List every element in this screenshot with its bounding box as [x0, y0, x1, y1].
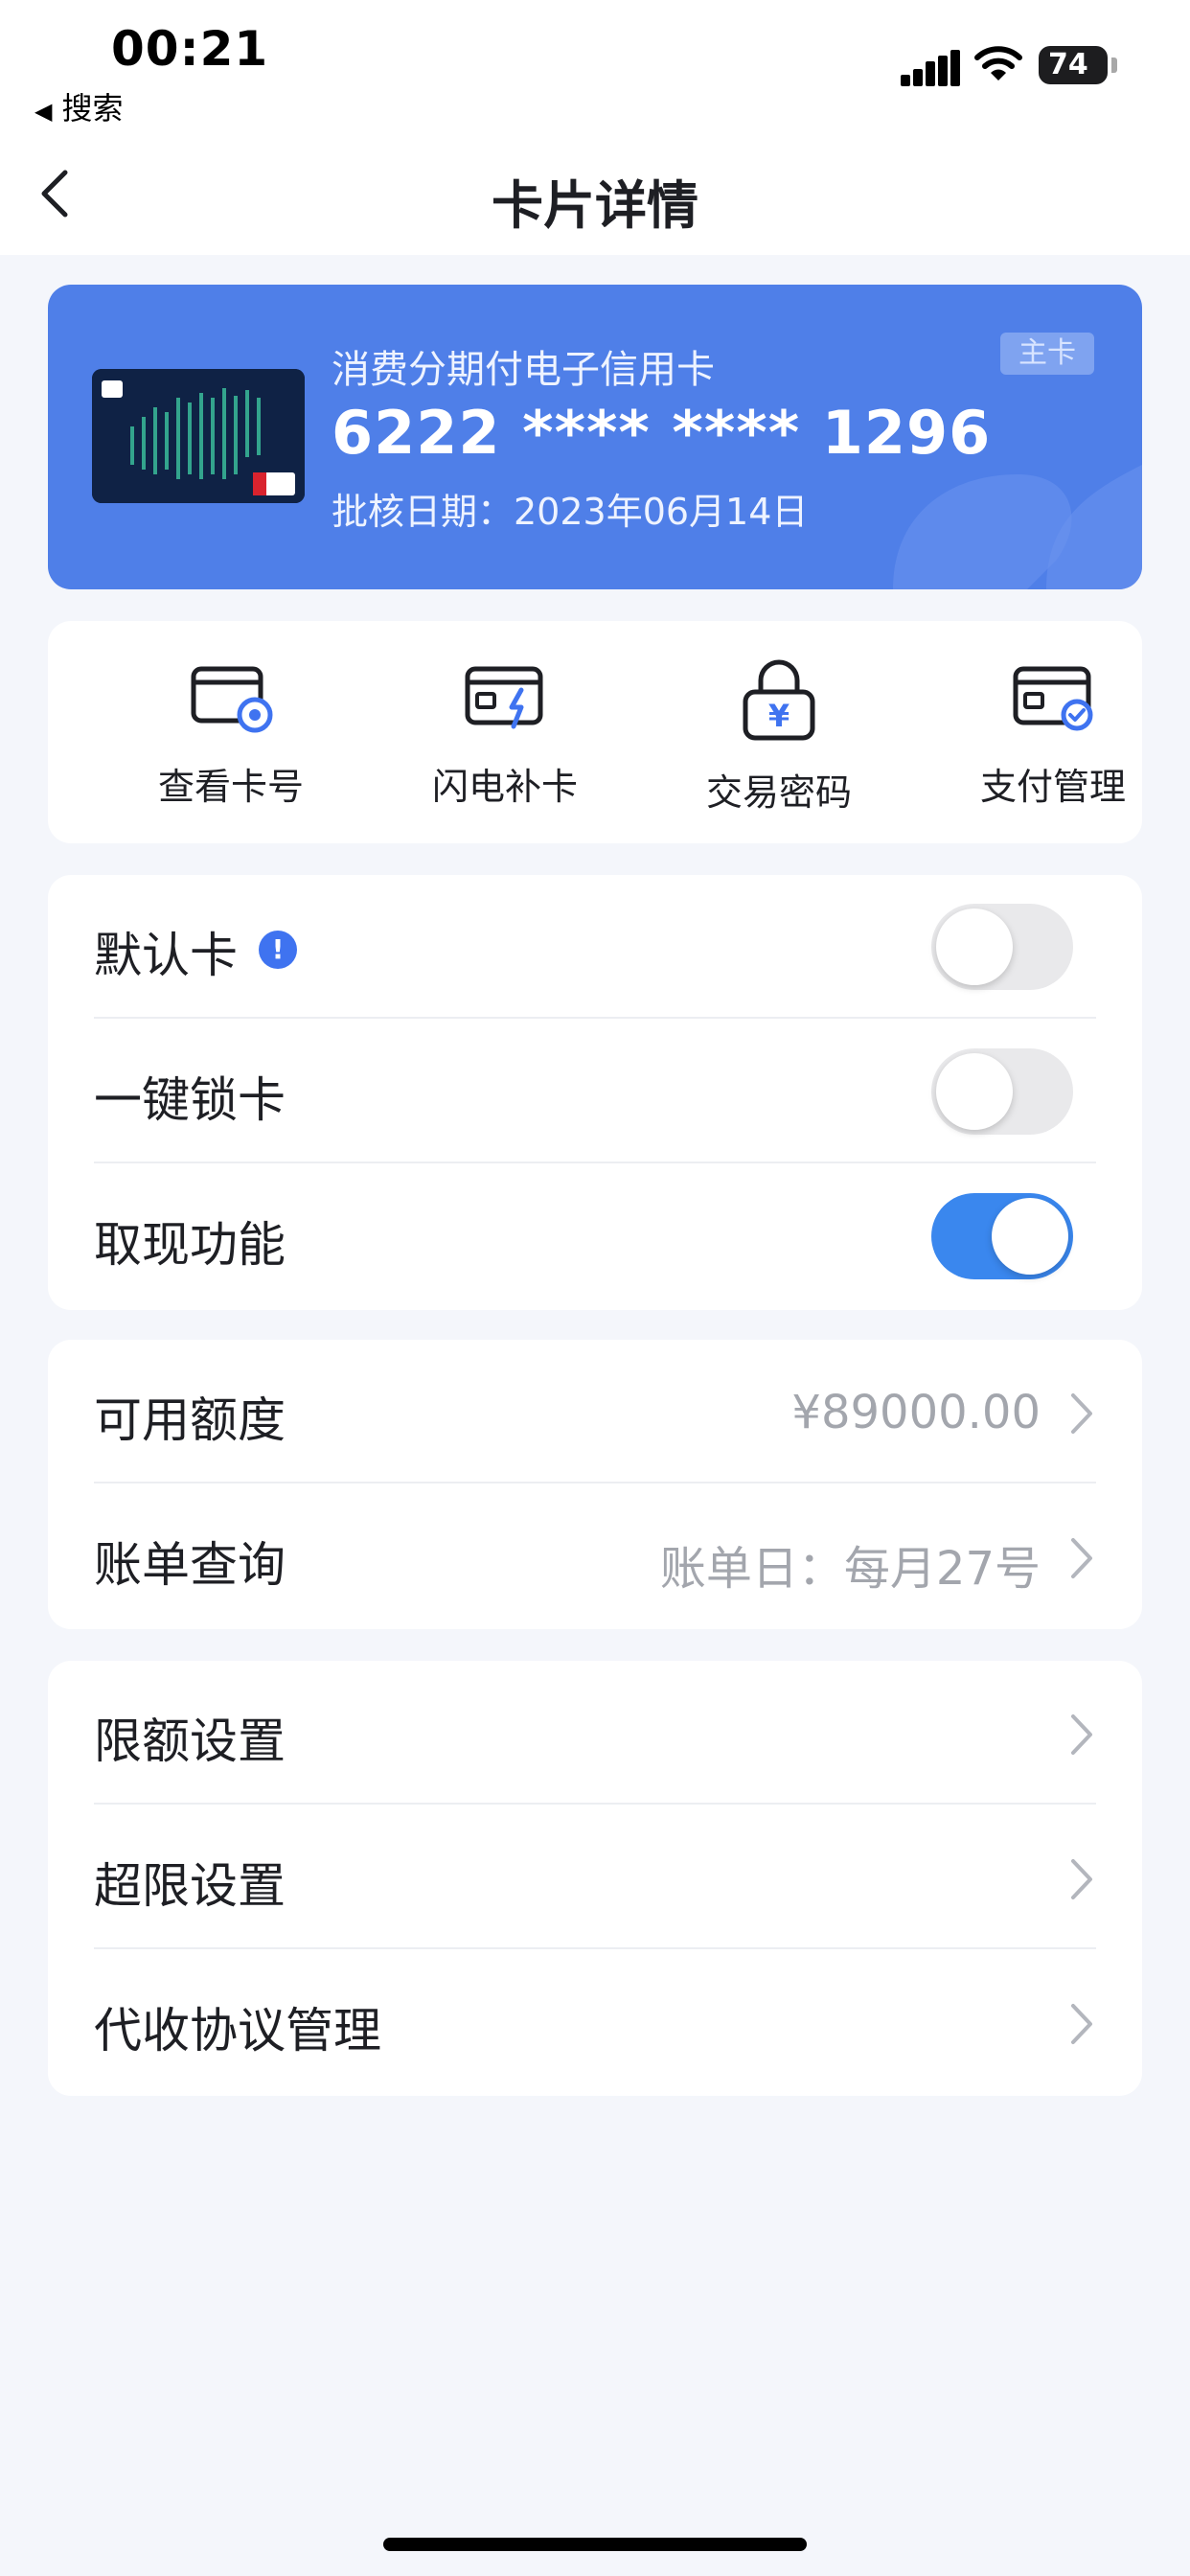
available-credit-value: ¥89000.00: [791, 1386, 1041, 1439]
card-product-name: 消费分期付电子信用卡: [332, 348, 715, 392]
instant-card-replace-button[interactable]: 闪电补卡: [395, 659, 615, 822]
card-thumbnail-image: [92, 369, 305, 503]
toggle-knob: [992, 1198, 1068, 1275]
default-card-row: 默认卡 !: [48, 875, 1142, 1019]
battery-level: 74: [1048, 48, 1088, 81]
toggle-knob: [936, 1053, 1013, 1130]
back-triangle-icon: ◀: [34, 98, 53, 125]
quick-actions-panel: 查看卡号 闪电补卡 ¥ 交易密码 支付管理: [48, 621, 1142, 843]
collection-agreement-label: 代收协议管理: [94, 2003, 381, 2058]
card-approval-date: 批核日期：2023年06月14日: [332, 491, 809, 533]
battery-icon: 74: [1039, 46, 1108, 84]
available-credit-row[interactable]: 可用额度 ¥89000.00: [48, 1340, 1142, 1484]
default-card-toggle[interactable]: [931, 904, 1073, 990]
over-limit-settings-row[interactable]: 超限设置: [48, 1806, 1142, 1949]
divider: [94, 1017, 1096, 1019]
view-card-number-button[interactable]: 查看卡号: [121, 659, 341, 822]
account-info-panel: 可用额度 ¥89000.00 账单查询 账单日：每月27号: [48, 1340, 1142, 1629]
divider: [94, 1482, 1096, 1484]
toggle-knob: [936, 908, 1013, 985]
divider: [94, 1803, 1096, 1805]
lock-card-toggle[interactable]: [931, 1048, 1073, 1135]
quick-action-label: 查看卡号: [157, 766, 304, 808]
lock-card-label: 一键锁卡: [94, 1072, 286, 1128]
lock-card-row: 一键锁卡: [48, 1020, 1142, 1163]
divider: [94, 1162, 1096, 1163]
chevron-right-icon: [1071, 1393, 1092, 1434]
status-bar: 00:21 ◀ 搜索 74: [0, 0, 1190, 134]
nav-bar: 卡片详情: [0, 134, 1190, 255]
info-icon[interactable]: !: [259, 931, 297, 969]
payment-management-button[interactable]: 支付管理: [943, 659, 1163, 822]
bill-query-row[interactable]: 账单查询 账单日：每月27号: [48, 1484, 1142, 1628]
page-title: 卡片详情: [492, 175, 698, 236]
limit-settings-label: 限额设置: [94, 1714, 286, 1769]
quick-action-label: 闪电补卡: [431, 766, 578, 808]
credit-card-banner[interactable]: 消费分期付电子信用卡 6222 **** **** 1296 批核日期：2023…: [48, 285, 1142, 589]
chevron-right-icon: [1071, 2004, 1092, 2044]
lock-yuan-icon: ¥: [743, 659, 815, 741]
home-indicator: [383, 2538, 807, 2551]
over-limit-settings-label: 超限设置: [94, 1858, 286, 1914]
primary-card-badge: 主卡: [1000, 333, 1094, 375]
back-to-app-link[interactable]: ◀ 搜索: [34, 84, 123, 128]
card-switches-panel: 默认卡 ! 一键锁卡 取现功能: [48, 875, 1142, 1310]
chevron-right-icon: [1071, 1859, 1092, 1899]
wifi-icon: [974, 46, 1022, 80]
card-lightning-icon: [465, 666, 543, 729]
cash-withdrawal-toggle[interactable]: [931, 1193, 1073, 1279]
billing-day-value: 账单日：每月27号: [659, 1542, 1041, 1596]
limit-settings-row[interactable]: 限额设置: [48, 1661, 1142, 1805]
transaction-password-button[interactable]: ¥ 交易密码: [669, 659, 889, 822]
status-time: 00:21: [111, 21, 269, 77]
collection-agreement-row[interactable]: 代收协议管理: [48, 1950, 1142, 2094]
back-app-label: 搜索: [61, 90, 124, 126]
svg-text:¥: ¥: [768, 698, 790, 734]
cash-withdrawal-label: 取现功能: [94, 1217, 286, 1273]
limits-settings-panel: 限额设置 超限设置 代收协议管理: [48, 1661, 1142, 2096]
bill-query-label: 账单查询: [94, 1537, 286, 1593]
quick-action-label: 交易密码: [705, 771, 852, 814]
divider: [94, 1947, 1096, 1949]
card-art-icon: [92, 369, 305, 503]
cash-withdrawal-row: 取现功能: [48, 1164, 1142, 1308]
quick-action-label: 支付管理: [979, 766, 1126, 808]
cellular-signal-icon: [901, 48, 960, 86]
default-card-label: 默认卡: [94, 928, 238, 983]
card-number: 6222 **** **** 1296: [332, 398, 992, 468]
chevron-right-icon: [1071, 1538, 1092, 1578]
battery-cap: [1111, 58, 1117, 73]
card-view-icon: [191, 666, 273, 733]
available-credit-label: 可用额度: [94, 1392, 286, 1448]
card-check-icon: [1013, 666, 1093, 731]
chevron-right-icon: [1071, 1714, 1092, 1755]
